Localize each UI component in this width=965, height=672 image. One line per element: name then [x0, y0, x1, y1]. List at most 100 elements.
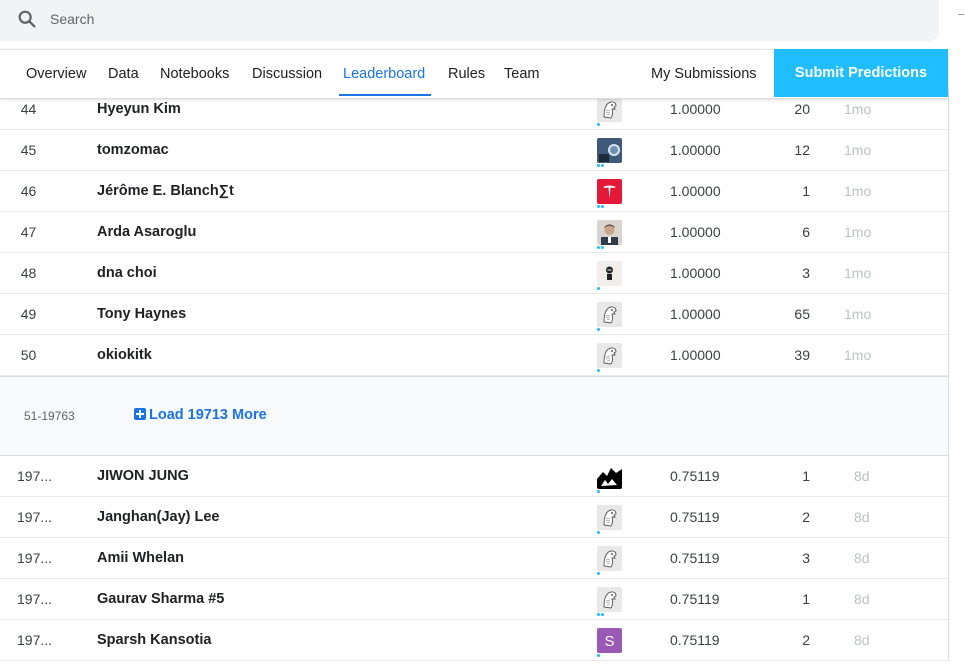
entries-cell: 12 [794, 142, 810, 158]
tier-dot [597, 205, 600, 208]
tier-dots [597, 328, 601, 331]
member-avatar[interactable] [597, 464, 622, 489]
table-row[interactable]: 197... JIWON JUNG 0.75119 1 8d [0, 456, 948, 497]
tier-dots [597, 287, 601, 290]
tier-dot [597, 328, 600, 331]
team-name-link[interactable]: Sparsh Kansotia [97, 632, 211, 648]
team-name-link[interactable]: Gaurav Sharma #5 [97, 591, 224, 607]
submit-predictions-button[interactable]: Submit Predictions [774, 49, 948, 97]
entries-cell: 3 [802, 550, 810, 566]
member-avatar[interactable] [597, 138, 622, 163]
score-cell: 1.00000 [670, 183, 721, 199]
rank-cell: 197... [17, 632, 53, 648]
tab-leaderboard[interactable]: Leaderboard [343, 66, 425, 82]
team-name-link[interactable]: okiokitk [97, 347, 152, 363]
last-submission-cell: 1mo [844, 347, 872, 363]
tier-dot [597, 164, 600, 167]
tier-dot [597, 654, 600, 657]
my-submissions-link[interactable]: My Submissions [651, 66, 757, 82]
tier-dots [597, 123, 601, 126]
tab-team[interactable]: Team [504, 66, 539, 82]
search-input[interactable] [50, 8, 910, 30]
table-row[interactable]: 45 tomzomac 1.00000 12 1mo [0, 130, 948, 171]
member-avatar[interactable] [597, 587, 622, 612]
tier-dot [597, 123, 600, 126]
tier-dot [597, 246, 600, 249]
member-avatar[interactable] [597, 302, 622, 327]
score-cell: 1.00000 [670, 306, 721, 322]
member-avatar[interactable] [597, 97, 622, 122]
entries-cell: 20 [794, 101, 810, 117]
score-cell: 0.75119 [670, 632, 720, 648]
table-row[interactable]: 197... Janghan(Jay) Lee 0.75119 2 8d [0, 497, 948, 538]
leaderboard-top-rows: 44 Hyeyun Kim 1.00000 20 1mo 45 tomzomac 1.0000… [0, 89, 948, 376]
tab-rules[interactable]: Rules [448, 66, 485, 82]
rank-cell: 197... [17, 550, 53, 566]
load-more-button[interactable]: Load 19713 More [134, 407, 267, 423]
table-row[interactable]: 48 dna choi 1.00000 3 1mo [0, 253, 948, 294]
team-name-link[interactable]: Hyeyun Kim [97, 101, 181, 117]
score-cell: 0.75119 [670, 468, 720, 484]
team-name-link[interactable]: dna choi [97, 265, 157, 281]
tier-dots [597, 164, 605, 167]
rank-cell: 197... [17, 591, 53, 607]
tab-discussion[interactable]: Discussion [252, 66, 322, 82]
tier-dots [597, 205, 605, 208]
table-row[interactable]: 49 Tony Haynes 1.00000 65 1mo [0, 294, 948, 335]
rank-cell: 47 [20, 224, 37, 240]
last-submission-cell: 1mo [844, 101, 872, 117]
entries-cell: 2 [802, 509, 810, 525]
table-row[interactable]: 197... Amii Whelan 0.75119 3 8d [0, 538, 948, 579]
last-submission-cell: 1mo [844, 265, 872, 281]
team-name-link[interactable]: Tony Haynes [97, 306, 186, 322]
table-row[interactable]: 197... Gaurav Sharma #5 0.75119 1 8d [0, 579, 948, 620]
entries-cell: 6 [802, 224, 810, 240]
team-name-link[interactable]: Arda Asaroglu [97, 224, 196, 240]
last-submission-cell: 8d [854, 550, 870, 566]
member-avatar[interactable] [597, 220, 622, 245]
score-cell: 1.00000 [670, 142, 721, 158]
score-cell: 1.00000 [670, 224, 721, 240]
tab-notebooks[interactable]: Notebooks [160, 66, 229, 82]
active-tab-indicator [339, 94, 431, 96]
table-row[interactable]: 47 Arda Asaroglu 1.00000 6 1mo [0, 212, 948, 253]
tier-dots [597, 572, 601, 575]
last-submission-cell: 1mo [844, 183, 872, 199]
last-submission-cell: 8d [854, 632, 870, 648]
last-submission-cell: 1mo [844, 224, 872, 240]
team-name-link[interactable]: Amii Whelan [97, 550, 184, 566]
member-avatar[interactable] [597, 343, 622, 368]
leaderboard-table: 44 Hyeyun Kim 1.00000 20 1mo 45 tomzomac 1.0000… [0, 89, 949, 661]
member-avatar[interactable] [597, 505, 622, 530]
table-row[interactable]: 46 Jérôme E. Blanch∑t 1.00000 1 1mo [0, 171, 948, 212]
entries-cell: 2 [802, 632, 810, 648]
tier-dot [601, 613, 604, 616]
tier-dot [597, 369, 600, 372]
tier-dot [601, 205, 604, 208]
team-name-link[interactable]: Janghan(Jay) Lee [97, 509, 220, 525]
rank-cell: 44 [20, 101, 37, 117]
competition-tabs: Overview Data Notebooks Discussion Leade… [0, 49, 948, 99]
entries-cell: 1 [802, 468, 810, 484]
team-name-link[interactable]: Jérôme E. Blanch∑t [97, 183, 234, 199]
tier-dot [597, 613, 600, 616]
entries-cell: 39 [794, 347, 810, 363]
score-cell: 1.00000 [670, 101, 721, 117]
member-avatar[interactable] [597, 261, 622, 286]
rank-cell: 49 [20, 306, 37, 322]
member-avatar[interactable] [597, 179, 622, 204]
team-name-link[interactable]: JIWON JUNG [97, 468, 189, 484]
window-edge-mark [958, 14, 964, 15]
tier-dot [601, 246, 604, 249]
tab-overview[interactable]: Overview [26, 66, 86, 82]
rank-cell: 46 [20, 183, 37, 199]
table-row[interactable]: 197... Sparsh Kansotia S 0.75119 2 8d [0, 620, 948, 661]
member-avatar[interactable] [597, 546, 622, 571]
tab-data[interactable]: Data [108, 66, 139, 82]
table-row[interactable]: 50 okiokitk 1.00000 39 1mo [0, 335, 948, 376]
tier-dots [597, 654, 601, 657]
load-more-row: 51-19763 Load 19713 More [0, 376, 948, 456]
tier-dots [597, 369, 601, 372]
entries-cell: 1 [802, 591, 810, 607]
team-name-link[interactable]: tomzomac [97, 142, 169, 158]
